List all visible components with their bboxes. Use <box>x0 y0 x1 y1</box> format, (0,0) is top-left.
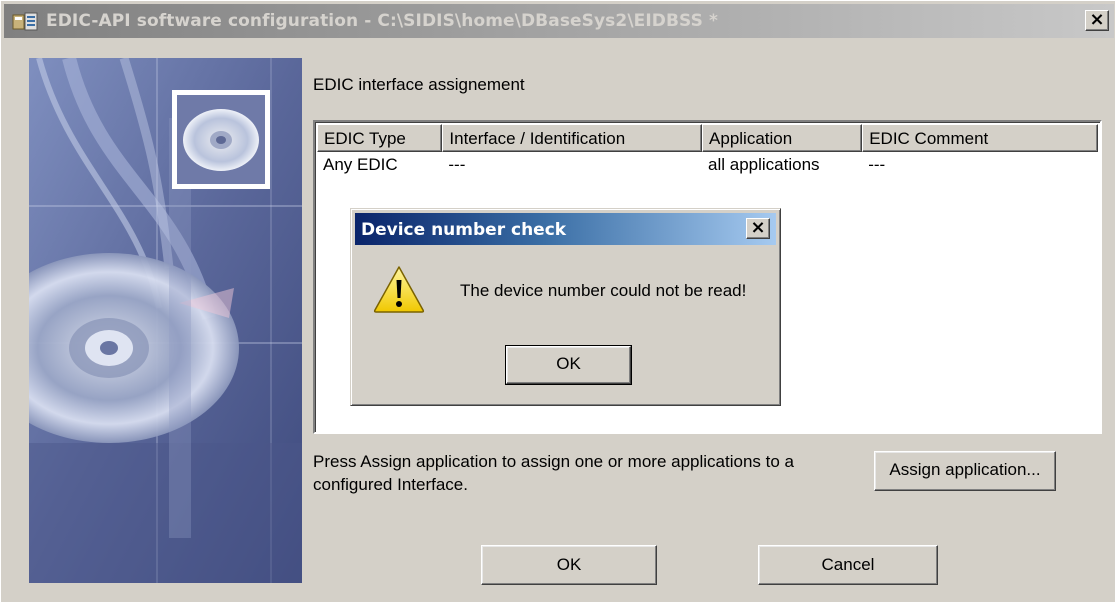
cell-comment: --- <box>868 155 886 174</box>
window-title: EDIC-API software configuration - C:\SID… <box>46 11 718 31</box>
warning-icon <box>373 266 425 313</box>
dialog-close-button[interactable]: × <box>746 218 770 239</box>
window-titlebar[interactable]: EDIC-API software configuration - C:\SID… <box>4 4 1114 38</box>
list-header: EDIC Type Interface / Identification App… <box>317 124 1098 152</box>
column-header-edic-type[interactable]: EDIC Type <box>317 124 443 152</box>
cell-application: all applications <box>708 155 820 174</box>
config-window: EDIC-API software configuration - C:\SID… <box>0 0 1116 603</box>
decorative-cd-image <box>29 58 302 583</box>
ok-button[interactable]: OK <box>481 545 657 585</box>
column-header-comment[interactable]: EDIC Comment <box>862 124 1098 152</box>
dialog-titlebar[interactable]: Device number check × <box>355 213 776 245</box>
device-number-check-dialog: Device number check × The device number … <box>350 208 781 406</box>
dialog-title: Device number check <box>361 220 567 240</box>
column-header-interface[interactable]: Interface / Identification <box>442 124 703 152</box>
assign-application-button[interactable]: Assign application... <box>874 451 1056 491</box>
window-close-button[interactable]: × <box>1085 10 1109 31</box>
cell-interface: --- <box>448 155 466 174</box>
section-label: EDIC interface assignement <box>313 75 525 94</box>
app-icon <box>12 12 38 31</box>
hint-text: Press Assign application to assign one o… <box>313 452 794 494</box>
table-row[interactable]: Any EDIC --- all applications --- <box>317 153 1098 179</box>
dialog-message: The device number could not be read! <box>460 281 747 300</box>
cell-edic-type: Any EDIC <box>323 155 398 174</box>
dialog-ok-button[interactable]: OK <box>505 345 632 385</box>
column-header-application[interactable]: Application <box>702 124 863 152</box>
cancel-button[interactable]: Cancel <box>758 545 938 585</box>
